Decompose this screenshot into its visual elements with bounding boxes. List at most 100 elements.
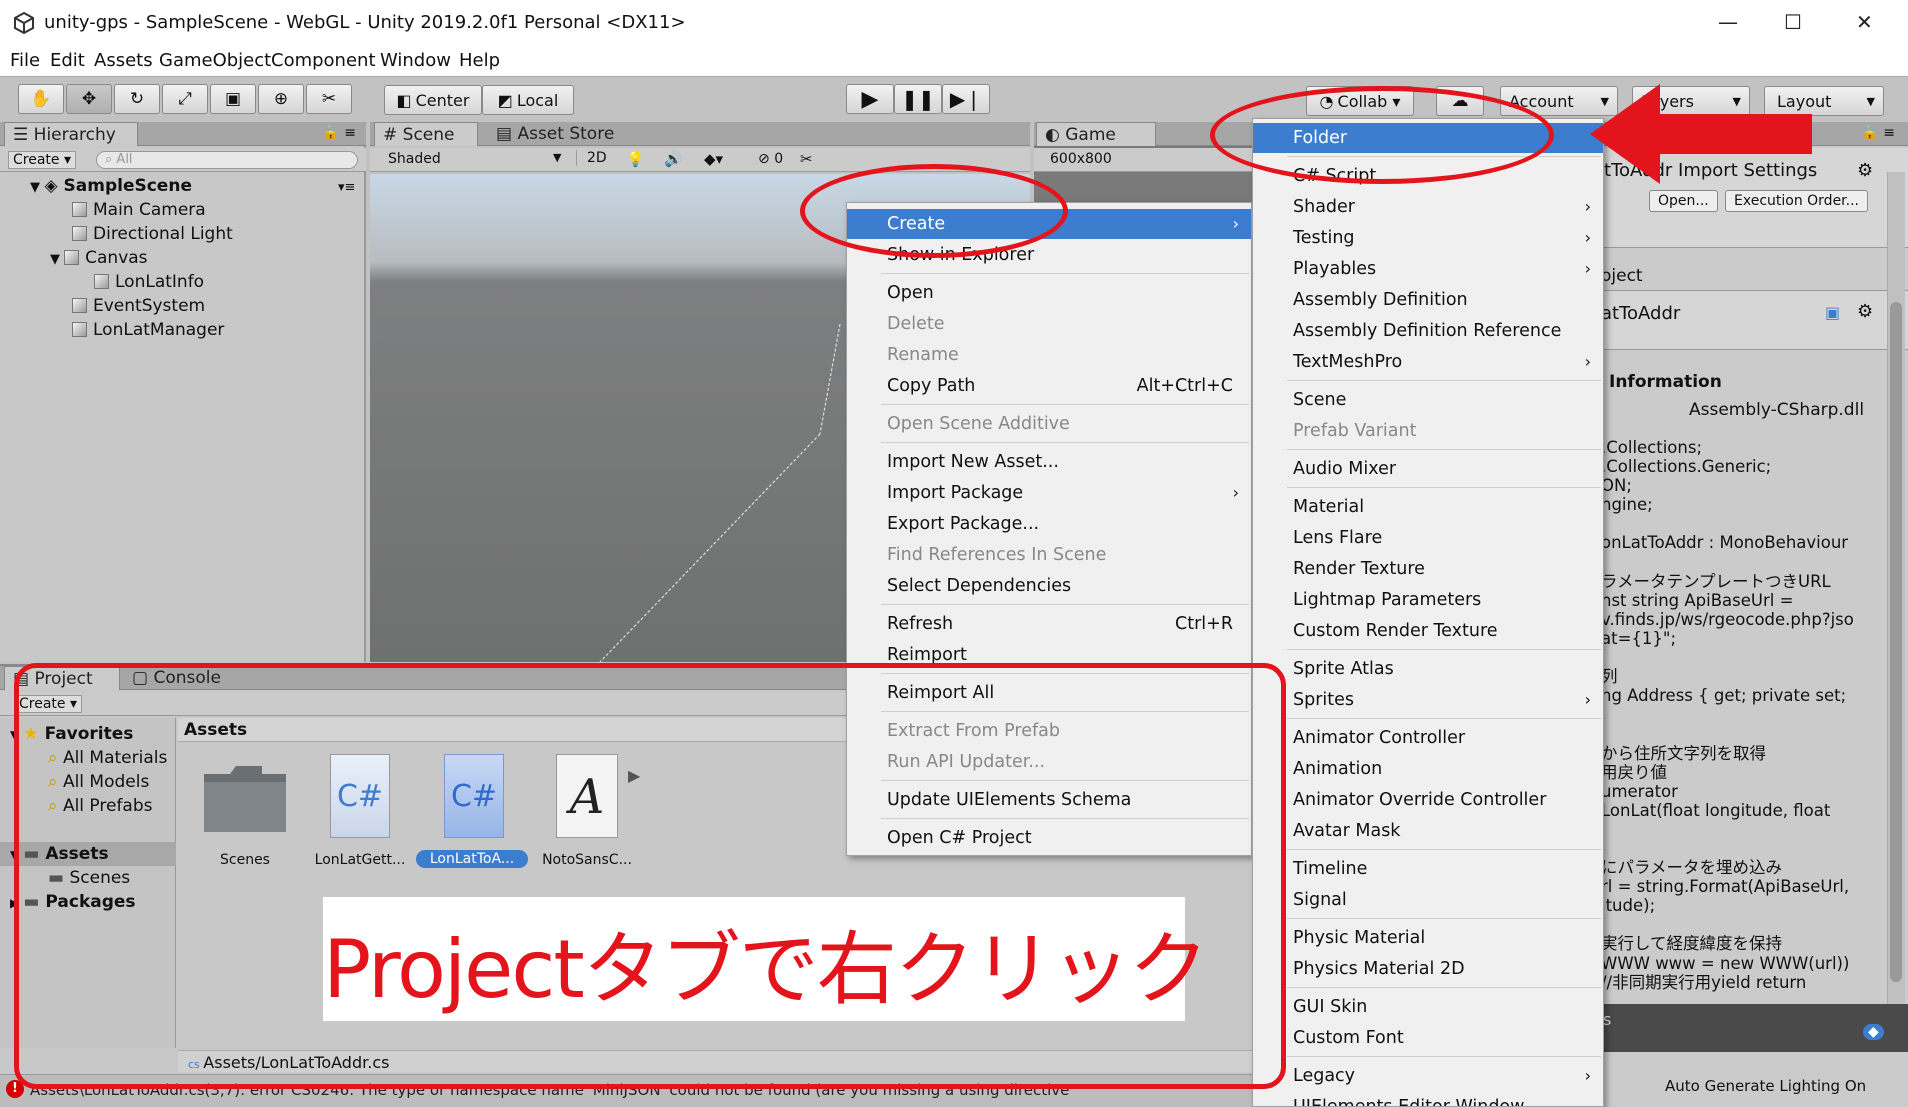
hidden-count-badge[interactable]: ⊘ 0 bbox=[758, 151, 783, 167]
move-tool-button[interactable]: ✥ bbox=[66, 84, 112, 114]
context-menu-item[interactable]: Copy Path Alt+Ctrl+C bbox=[847, 371, 1251, 401]
context-menu-item[interactable]: Select Dependencies bbox=[847, 571, 1251, 601]
create-menu-item[interactable]: Assembly Definition bbox=[1253, 285, 1603, 315]
rotate-tool-button[interactable]: ↻ bbox=[114, 84, 160, 114]
hand-tool-button[interactable]: ✋ bbox=[18, 84, 64, 114]
create-menu-item-label: Lens Flare bbox=[1293, 528, 1383, 548]
context-menu-item[interactable]: Open bbox=[847, 278, 1251, 308]
menu-gameobject[interactable]: GameObject bbox=[159, 50, 271, 71]
menu-separator bbox=[1287, 380, 1601, 381]
code-line: nst string ApiBaseUrl = bbox=[1601, 590, 1794, 610]
create-menu-item[interactable]: Legacy › bbox=[1253, 1061, 1603, 1091]
hierarchy-item[interactable]: LonLatInfo bbox=[94, 272, 204, 292]
lighting-icon[interactable]: 💡 bbox=[626, 150, 645, 168]
inspector-scrollbar[interactable] bbox=[1887, 172, 1905, 1052]
create-menu-item[interactable]: Shader › bbox=[1253, 192, 1603, 222]
transform-tool-button[interactable]: ⊕ bbox=[258, 84, 304, 114]
create-menu-item-label: Timeline bbox=[1293, 859, 1368, 879]
play-button[interactable]: ▶ bbox=[846, 84, 894, 114]
menu-edit[interactable]: Edit bbox=[50, 50, 85, 71]
create-menu-item[interactable]: Custom Render Texture bbox=[1253, 616, 1603, 646]
tab-asset-store[interactable]: ▤ Asset Store bbox=[488, 122, 638, 146]
open-button[interactable]: Open... bbox=[1649, 190, 1718, 212]
menu-file[interactable]: File bbox=[10, 50, 40, 71]
menu-help[interactable]: Help bbox=[459, 50, 500, 71]
maximize-button[interactable]: ☐ bbox=[1784, 10, 1802, 34]
create-menu-item[interactable]: Animator Override Controller bbox=[1253, 785, 1603, 815]
hierarchy-item[interactable]: EventSystem bbox=[72, 296, 205, 316]
hierarchy-search-input[interactable]: ⌕ All bbox=[96, 151, 358, 169]
context-menu-item[interactable]: Import New Asset... bbox=[847, 447, 1251, 477]
minimize-button[interactable]: — bbox=[1718, 10, 1738, 34]
create-menu-item[interactable]: Physics Material 2D bbox=[1253, 954, 1603, 984]
scrollbar-thumb[interactable] bbox=[1890, 302, 1902, 982]
create-menu-item[interactable]: Avatar Mask bbox=[1253, 816, 1603, 846]
tab-game[interactable]: ◐ Game bbox=[1036, 122, 1156, 146]
gear-icon[interactable]: ⚙ bbox=[1857, 160, 1873, 181]
custom-tool-button[interactable]: ✂ bbox=[306, 84, 352, 114]
menu-window[interactable]: Window bbox=[380, 50, 451, 71]
pause-button[interactable]: ❚❚ bbox=[894, 84, 942, 114]
hierarchy-item[interactable]: LonLatManager bbox=[72, 320, 224, 340]
create-menu-item[interactable]: Sprites › bbox=[1253, 685, 1603, 715]
create-menu-item[interactable]: Assembly Definition Reference bbox=[1253, 316, 1603, 346]
create-menu-item[interactable]: Physic Material bbox=[1253, 923, 1603, 953]
lock-icon[interactable]: 🔒 ≡ bbox=[1861, 125, 1895, 141]
menu-separator bbox=[1287, 718, 1601, 719]
help-book-icon[interactable]: ▣ bbox=[1825, 303, 1840, 322]
hierarchy-item[interactable]: ▼ Canvas bbox=[50, 248, 148, 268]
step-button[interactable]: ▶❘ bbox=[942, 84, 990, 114]
code-line: ラメータテンプレートつきURL bbox=[1601, 571, 1831, 591]
hierarchy-item[interactable]: Main Camera bbox=[72, 200, 206, 220]
tab-hierarchy[interactable]: ☰ Hierarchy bbox=[4, 122, 138, 146]
create-menu-item[interactable]: UIElements Editor Window bbox=[1253, 1092, 1603, 1106]
scale-tool-button[interactable]: ⤢ bbox=[162, 84, 208, 114]
shading-dropdown[interactable]: Shaded bbox=[388, 151, 441, 167]
execution-order-button[interactable]: Execution Order... bbox=[1725, 190, 1869, 212]
create-menu-item[interactable]: Testing › bbox=[1253, 223, 1603, 253]
context-menu-item[interactable]: Refresh Ctrl+R bbox=[847, 609, 1251, 639]
create-menu-item[interactable]: Material bbox=[1253, 492, 1603, 522]
hierarchy-create-button[interactable]: Create ▾ bbox=[8, 151, 76, 169]
menu-component[interactable]: Component bbox=[271, 50, 376, 71]
scene-name: SampleScene bbox=[63, 176, 192, 196]
audio-icon[interactable]: 🔊 bbox=[664, 150, 683, 168]
create-menu-item[interactable]: Sprite Atlas bbox=[1253, 654, 1603, 684]
create-menu-item[interactable]: Animation bbox=[1253, 754, 1603, 784]
context-menu-item-label: Open Scene Additive bbox=[887, 414, 1070, 434]
effects-icon[interactable]: ◆▾ bbox=[704, 150, 723, 168]
tools-icon[interactable]: ✂ bbox=[800, 150, 813, 168]
create-menu-item[interactable]: GUI Skin bbox=[1253, 992, 1603, 1022]
create-menu-item[interactable]: Animator Controller bbox=[1253, 723, 1603, 753]
rect-tool-button[interactable]: ▣ bbox=[210, 84, 256, 114]
create-menu-item[interactable]: Playables › bbox=[1253, 254, 1603, 284]
create-menu-item[interactable]: Lens Flare bbox=[1253, 523, 1603, 553]
code-line: にパラメータを埋め込み bbox=[1601, 858, 1783, 878]
tab-scene[interactable]: # Scene bbox=[374, 122, 478, 146]
resolution-dropdown[interactable]: 600x800 bbox=[1050, 151, 1112, 167]
create-menu-item[interactable]: Audio Mixer bbox=[1253, 454, 1603, 484]
context-menu-item[interactable]: Export Package... bbox=[847, 509, 1251, 539]
context-menu-item[interactable]: Import Package › bbox=[847, 478, 1251, 508]
hierarchy-item[interactable]: Directional Light bbox=[72, 224, 233, 244]
menu-assets[interactable]: Assets bbox=[94, 50, 153, 71]
scene-root[interactable]: ▼ ◈ SampleScene bbox=[30, 176, 192, 196]
context-menu-item: Find References In Scene bbox=[847, 540, 1251, 570]
label-tag-icon[interactable]: ◆ bbox=[1863, 1024, 1884, 1040]
gear-icon[interactable]: ⚙ bbox=[1857, 301, 1873, 322]
create-menu-item[interactable]: Render Texture bbox=[1253, 554, 1603, 584]
scene-tab-label: Scene bbox=[402, 125, 455, 145]
2d-toggle[interactable]: 2D bbox=[576, 150, 617, 166]
create-menu-item[interactable]: Signal bbox=[1253, 885, 1603, 915]
create-menu-item[interactable]: Timeline bbox=[1253, 854, 1603, 884]
panel-menu-icon[interactable]: 🔒 ≡ bbox=[322, 125, 356, 141]
pivot-center-button[interactable]: ◧ Center bbox=[384, 85, 482, 115]
pivot-local-button[interactable]: ◩ Local bbox=[482, 85, 574, 115]
close-button[interactable]: ✕ bbox=[1856, 10, 1873, 34]
create-menu-item[interactable]: TextMeshPro › bbox=[1253, 347, 1603, 377]
create-menu-item[interactable]: Custom Font bbox=[1253, 1023, 1603, 1053]
scene-menu-icon[interactable]: ▾≡ bbox=[338, 180, 355, 195]
create-menu-item[interactable]: Scene bbox=[1253, 385, 1603, 415]
create-menu-item[interactable]: Lightmap Parameters bbox=[1253, 585, 1603, 615]
